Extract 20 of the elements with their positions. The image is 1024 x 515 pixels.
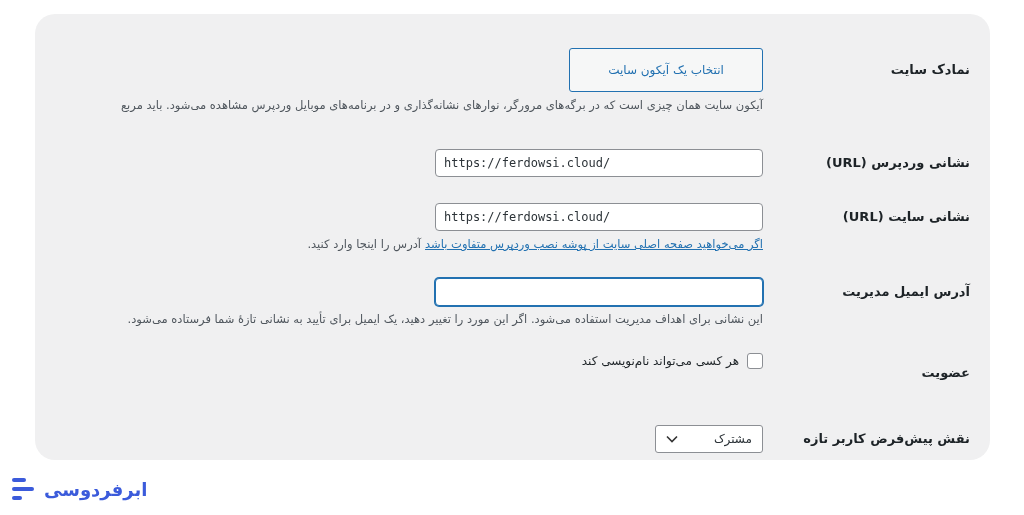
field-label: عضویت	[920, 364, 971, 382]
field-description: این نشانی برای اهداف مدیریت استفاده می‌شود. اگر این مورد را تغییر دهید، یک ایمیل برای تأیید به نشانی تازهٔ شما فرستاده می‌شود.	[127, 312, 763, 326]
checkbox-label[interactable]: هر کسی می‌تواند نام‌نویسی کند	[581, 354, 739, 368]
choose-icon-button[interactable]: انتخاب یک آیکون سایت	[569, 48, 763, 92]
logo-icon	[12, 477, 36, 501]
field-label: نشانی وردپرس (URL)	[825, 154, 971, 172]
field-description: آدرس را اینجا وارد کنید.	[307, 237, 422, 251]
field-label: آدرس ایمیل مدیریت	[841, 282, 971, 301]
caret-icon	[666, 435, 678, 443]
field-description: آیکون سایت همان چیزی است که در برگه‌های مرورگر، نوارهای نشانه‌گذاری و در برنامه‌های موبایل وردپرس مشاهده می‌شود. باید مربع	[121, 98, 763, 112]
input-field[interactable]: https://ferdowsi.cloud/	[435, 203, 763, 231]
checkbox[interactable]	[747, 353, 763, 369]
field-label: نقش پیش‌فرض کاربر تازه	[802, 430, 971, 448]
role-dropdown[interactable]: مشترک	[655, 425, 763, 453]
input-field[interactable]	[435, 278, 763, 306]
field-label: نشانی سایت (URL)	[841, 208, 971, 226]
field-label: نمادک سایت	[889, 61, 971, 79]
help-link[interactable]: اگر می‌خواهید صفحه اصلی سایت از پوشه نصب وردپرس متفاوت باشد	[425, 237, 763, 251]
input-field[interactable]: https://ferdowsi.cloud/	[435, 149, 763, 177]
brand-name: ابرفردوسی	[44, 478, 148, 500]
